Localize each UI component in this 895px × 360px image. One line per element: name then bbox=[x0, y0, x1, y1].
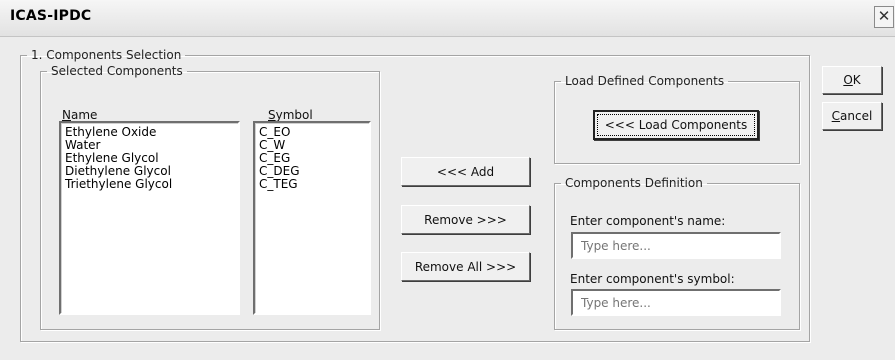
selected-components-legend: Selected Components bbox=[51, 64, 183, 78]
list-item[interactable]: C_TEG bbox=[259, 178, 365, 191]
remove-button[interactable]: Remove >>> bbox=[401, 205, 530, 234]
component-name-label: Enter component's name: bbox=[570, 214, 726, 228]
symbol-header-accel: S bbox=[268, 108, 276, 122]
component-symbol-listbox[interactable]: C_EO C_W C_EG C_DEG C_TEG bbox=[253, 121, 371, 315]
name-header-rest: ame bbox=[70, 108, 98, 122]
close-icon[interactable]: ✕ bbox=[874, 6, 894, 28]
component-name-input[interactable] bbox=[571, 232, 781, 259]
cancel-accel: C bbox=[831, 109, 841, 123]
ok-accel: O bbox=[843, 73, 853, 87]
components-definition-legend: Components Definition bbox=[565, 176, 703, 190]
remove-all-button[interactable]: Remove All >>> bbox=[401, 252, 530, 281]
cancel-button[interactable]: Cancel bbox=[822, 102, 882, 130]
name-header-accel: N bbox=[62, 108, 71, 122]
icas-ipdc-dialog: ICAS-IPDC ✕ 1. Components Selection Sele… bbox=[0, 0, 895, 360]
component-symbol-label: Enter component's symbol: bbox=[570, 272, 735, 286]
component-symbol-input[interactable] bbox=[571, 289, 781, 316]
ok-button[interactable]: OK bbox=[822, 66, 882, 94]
add-button[interactable]: <<< Add bbox=[401, 157, 530, 186]
components-selection-legend: 1. Components Selection bbox=[31, 48, 182, 62]
load-defined-components-legend: Load Defined Components bbox=[565, 74, 725, 88]
name-column-header: Name bbox=[62, 108, 97, 122]
symbol-column-header: Symbol bbox=[268, 108, 313, 122]
component-name-listbox[interactable]: Ethylene Oxide Water Ethylene Glycol Die… bbox=[59, 121, 240, 315]
title-bar: ICAS-IPDC ✕ bbox=[0, 0, 895, 37]
cancel-rest: ancel bbox=[840, 109, 873, 123]
list-item[interactable]: Triethylene Glycol bbox=[65, 178, 234, 191]
ok-rest: K bbox=[852, 73, 861, 87]
window-title: ICAS-IPDC bbox=[10, 8, 92, 24]
symbol-header-rest: ymbol bbox=[275, 108, 313, 122]
load-components-button[interactable]: <<< Load Components bbox=[593, 110, 759, 140]
